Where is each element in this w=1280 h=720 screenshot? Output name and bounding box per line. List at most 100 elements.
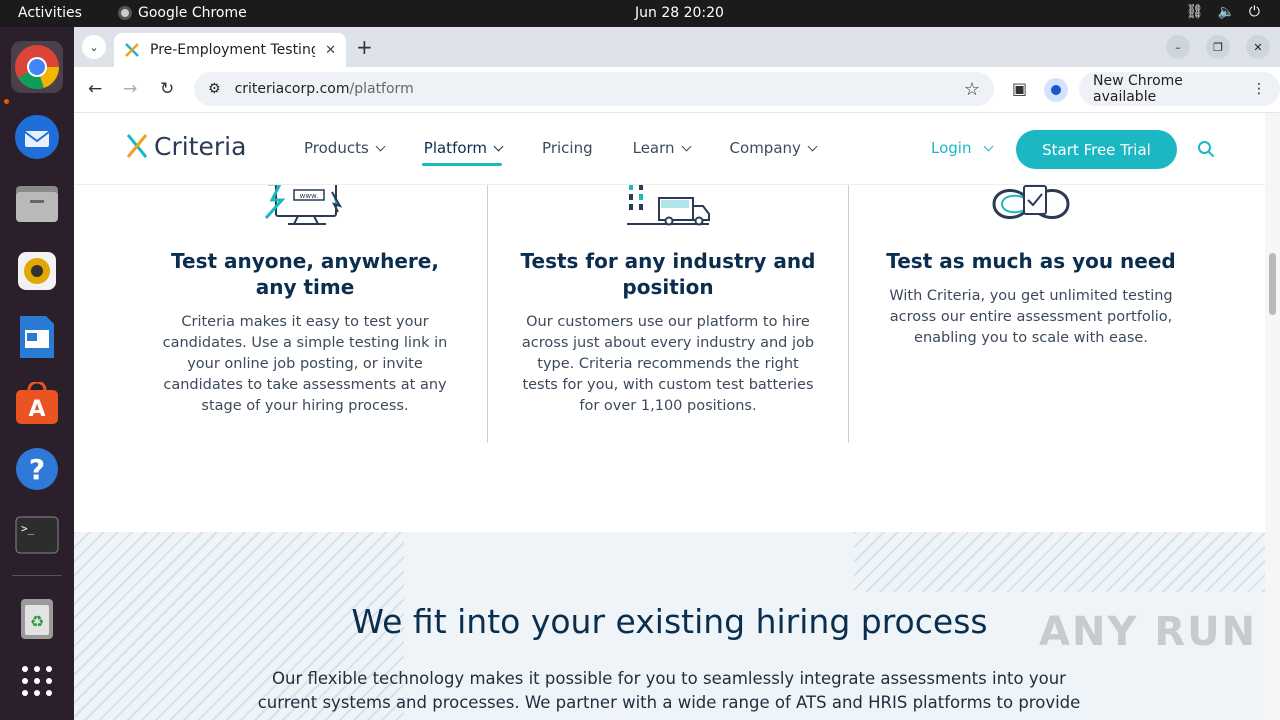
- reload-button[interactable]: ↻: [160, 79, 174, 99]
- app-menu[interactable]: Google Chrome: [118, 5, 247, 21]
- start-free-trial-button[interactable]: Start Free Trial: [1016, 130, 1177, 169]
- close-window-button[interactable]: ✕: [1246, 35, 1270, 59]
- features-row: www. Test anyone, anywhere, any time Cri…: [124, 178, 1214, 443]
- site-header: Criteria Products Platform Pricing Learn…: [74, 113, 1265, 185]
- system-tray[interactable]: ⛓ 🔈 ⏻: [1186, 4, 1260, 20]
- feature-body: With Criteria, you get unlimited testing…: [889, 288, 1173, 346]
- minimize-button[interactable]: –: [1166, 35, 1190, 59]
- svg-text:A: A: [28, 397, 45, 422]
- nav-label: Learn: [632, 139, 675, 157]
- network-icon: ⛓: [1185, 4, 1204, 20]
- nav-label: Products: [304, 139, 369, 157]
- activities-button[interactable]: Activities: [18, 5, 82, 21]
- nav-company[interactable]: Company: [729, 139, 818, 157]
- rhythmbox-icon: [18, 252, 56, 290]
- dock-help[interactable]: ?: [11, 443, 63, 495]
- system-top-bar: Activities Google Chrome Jun 28 20:20 ⛓ …: [0, 0, 1280, 27]
- nav-products[interactable]: Products: [304, 139, 386, 157]
- url-host: criteriacorp.com: [234, 81, 350, 97]
- tab-search-button[interactable]: ⌄: [82, 35, 106, 59]
- dock-chrome[interactable]: [11, 41, 63, 93]
- dock-thunderbird[interactable]: [11, 111, 63, 163]
- dock-files[interactable]: [11, 177, 63, 229]
- chevron-down-icon: ⌄: [89, 40, 99, 54]
- forward-button[interactable]: →: [123, 79, 137, 99]
- computer-link-icon: www.: [264, 181, 343, 225]
- dock-software[interactable]: A: [11, 377, 63, 429]
- window-controls: – ❐ ✕: [1166, 35, 1270, 59]
- dock-trash[interactable]: ♻: [11, 593, 63, 645]
- infinity-check-icon: [992, 185, 1070, 219]
- bookmark-star-icon[interactable]: ☆: [964, 79, 980, 100]
- dock-app-grid[interactable]: [11, 655, 63, 707]
- nav-label: Platform: [423, 139, 488, 157]
- chrome-icon: [15, 45, 60, 90]
- nav-label: Company: [729, 139, 801, 157]
- new-chrome-label: New Chrome available: [1093, 73, 1183, 105]
- dock: A ? >_ ♻: [0, 27, 74, 720]
- tab-strip: ⌄ Pre-Employment Testing ✕ + – ❐ ✕: [74, 27, 1280, 67]
- profile-avatar[interactable]: [1044, 78, 1068, 102]
- svg-text:www.: www.: [300, 192, 319, 200]
- nav-platform[interactable]: Platform: [421, 139, 504, 166]
- anyrun-watermark: ANY RUN: [1039, 609, 1258, 655]
- login-menu[interactable]: Login: [931, 139, 994, 157]
- app-grid-icon: [22, 666, 52, 696]
- app-menu-label: Google Chrome: [138, 5, 247, 21]
- url-path: /platform: [349, 81, 414, 97]
- page-viewport: www. Test anyone, anywhere, any time Cri…: [74, 113, 1265, 720]
- decorative-hatch: [854, 532, 1265, 592]
- address-bar[interactable]: ⚙ criteriacorp.com/platform ☆: [194, 72, 994, 106]
- dock-rhythmbox[interactable]: [11, 245, 63, 297]
- criteria-logo[interactable]: Criteria: [124, 131, 246, 161]
- url-text: criteriacorp.com/platform: [235, 81, 414, 97]
- criteria-logo-icon: [126, 134, 148, 158]
- main-nav: Products Platform Pricing Learn Company: [304, 139, 856, 166]
- terminal-icon: >_: [15, 516, 59, 554]
- dock-terminal[interactable]: >_: [11, 509, 63, 561]
- writer-icon: [20, 316, 54, 358]
- back-button[interactable]: ←: [88, 79, 102, 99]
- truck-building-icon: [627, 184, 710, 226]
- logo-text: Criteria: [154, 131, 247, 161]
- power-icon: ⏻: [1248, 4, 1260, 20]
- chevron-down-icon: [984, 141, 994, 151]
- feature-card: www. Test anyone, anywhere, any time Cri…: [124, 178, 486, 443]
- nav-learn[interactable]: Learn: [632, 139, 691, 157]
- feature-body: Criteria makes it easy to test your cand…: [162, 314, 448, 414]
- svg-text:?: ?: [29, 453, 45, 486]
- search-icon[interactable]: [1197, 140, 1215, 158]
- dock-writer[interactable]: [11, 311, 63, 363]
- chrome-window: ⌄ Pre-Employment Testing ✕ + – ❐ ✕ ← → ↻…: [74, 27, 1280, 720]
- feature-title: Test as much as you need: [886, 249, 1176, 273]
- nav-label: Pricing: [542, 139, 593, 157]
- tab-active[interactable]: Pre-Employment Testing ✕: [114, 33, 346, 67]
- feature-title: Test anyone, anywhere, any time: [171, 249, 439, 299]
- clock[interactable]: Jun 28 20:20: [635, 5, 724, 21]
- chrome-icon: [118, 6, 132, 20]
- tab-title: Pre-Employment Testing: [150, 42, 316, 58]
- section-body: Our flexible technology makes it possibl…: [257, 669, 1081, 712]
- new-tab-button[interactable]: +: [356, 35, 373, 59]
- chevron-down-icon: [681, 141, 691, 151]
- nav-pricing[interactable]: Pricing: [542, 139, 593, 157]
- login-label: Login: [931, 139, 972, 157]
- files-icon: [16, 186, 58, 222]
- feature-title: Tests for any industry and position: [520, 249, 816, 299]
- software-store-icon: A: [16, 382, 58, 424]
- tab-close-icon[interactable]: ✕: [325, 43, 336, 58]
- help-icon: ?: [16, 448, 58, 490]
- feature-card: Tests for any industry and position Our …: [487, 178, 849, 443]
- browser-toolbar: ← → ↻ ⚙ criteriacorp.com/platform ☆ ▣ Ne…: [74, 67, 1280, 113]
- page-scrollbar[interactable]: [1265, 113, 1280, 720]
- site-info-icon[interactable]: ⚙: [208, 81, 221, 97]
- new-chrome-available-button[interactable]: New Chrome available ⋮: [1079, 72, 1280, 106]
- chevron-down-icon: [493, 141, 504, 151]
- dock-separator: [12, 575, 62, 576]
- trash-icon: ♻: [21, 599, 53, 639]
- chevron-down-icon: [375, 141, 386, 151]
- more-menu-icon[interactable]: ⋮: [1252, 81, 1266, 97]
- side-panel-icon[interactable]: ▣: [1012, 79, 1027, 98]
- scrollbar-thumb[interactable]: [1269, 253, 1276, 315]
- restore-button[interactable]: ❐: [1206, 35, 1230, 59]
